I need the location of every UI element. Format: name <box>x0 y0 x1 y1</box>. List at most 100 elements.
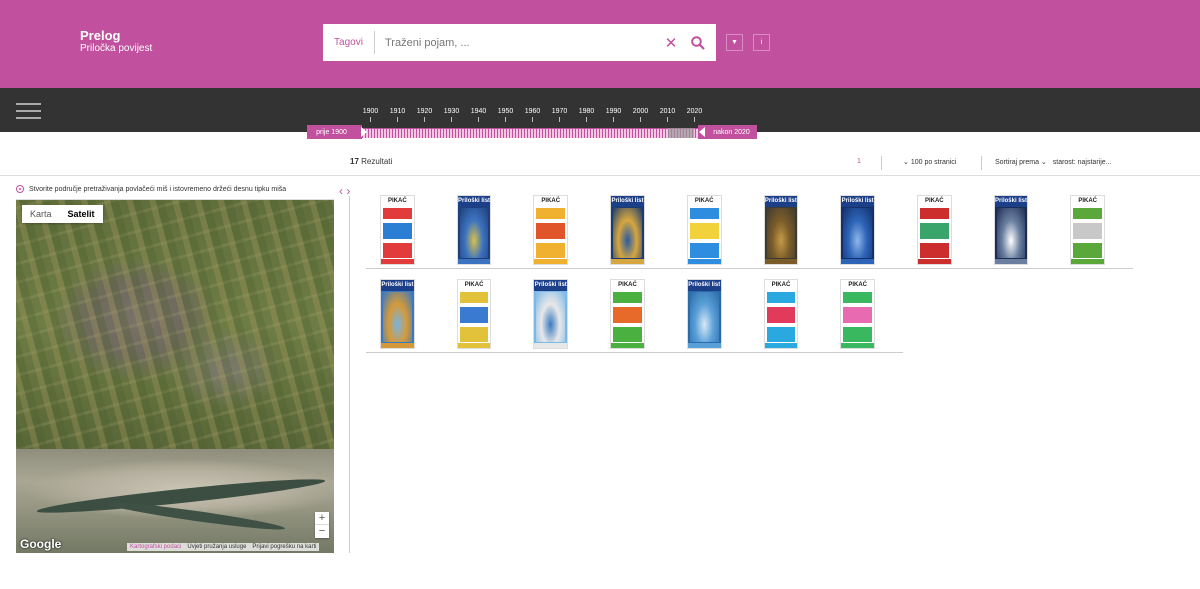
timeline-year[interactable]: 1960 <box>519 108 546 122</box>
tab-map[interactable]: Karta <box>22 205 60 223</box>
thumbnail-masthead: Priloški list <box>381 280 414 291</box>
search-icon <box>691 35 705 50</box>
thumbnail-masthead: Priloški list <box>841 196 874 207</box>
thumbnail-cover-image <box>536 208 566 258</box>
timeline-year[interactable]: 1940 <box>465 108 492 122</box>
thumbnail-masthead: Priloški list <box>457 196 491 207</box>
thumbnail-cover-image <box>383 208 412 258</box>
search-tags-toggle[interactable]: Tagovi <box>323 31 375 54</box>
timeline-year[interactable]: 1910 <box>384 108 411 122</box>
thumbnail-masthead: Priloški list <box>611 196 644 207</box>
thumbnail-footer <box>534 343 568 348</box>
thumbnail-cover-image <box>383 292 412 342</box>
timeline-year[interactable]: 1970 <box>546 108 573 122</box>
timeline-year[interactable]: 1990 <box>600 108 627 122</box>
thumbnail-footer <box>381 259 414 264</box>
thumbnail-masthead: PIKAĆ <box>611 280 644 291</box>
map-footer: Kartografski podaci Uvjeti pružanja uslu… <box>127 543 320 551</box>
filter-dropdown-button[interactable]: ▼ <box>726 34 743 51</box>
timeline-before-button[interactable]: prije 1900 <box>307 125 367 139</box>
thumbnail-cover-image <box>689 208 719 258</box>
search-button[interactable] <box>684 29 712 57</box>
thumbnail-masthead: Priloški list <box>534 280 568 291</box>
per-page-select[interactable]: ⌄ 100 po stranici <box>903 158 956 166</box>
thumbnail-footer <box>841 343 875 348</box>
result-thumbnail[interactable]: Priloški list <box>686 279 722 349</box>
site-title[interactable]: Prelog <box>80 29 152 43</box>
google-logo: Google <box>20 537 62 551</box>
thumbnail-masthead: PIKAĆ <box>764 280 798 291</box>
thumbnail-cover-image <box>843 292 873 342</box>
result-thumbnail[interactable]: PIKAĆ <box>610 279 645 349</box>
report-error-link[interactable]: Prijavi pogrešku na karti <box>249 543 319 551</box>
zoom-in-button[interactable]: + <box>315 512 329 525</box>
thumbnail-footer <box>994 259 1028 264</box>
timeline-year[interactable]: 1980 <box>573 108 600 122</box>
thumbnail-footer <box>1071 259 1105 264</box>
timeline-year[interactable]: 2000 <box>627 108 654 122</box>
zoom-out-button[interactable]: − <box>315 525 329 538</box>
thumbnail-footer <box>457 259 491 264</box>
thumbnail-cover-image <box>459 292 489 342</box>
thumbnail-masthead: PIKAĆ <box>1071 196 1105 207</box>
search-input[interactable] <box>375 27 658 58</box>
thumbnail-masthead: Priloški list <box>994 196 1028 207</box>
thumbnail-footer <box>611 259 644 264</box>
result-thumbnail[interactable]: PIKAĆ <box>840 279 876 349</box>
divider <box>881 156 882 170</box>
result-thumbnail[interactable]: Priloški list <box>840 195 875 265</box>
result-thumbnail[interactable]: PIKAĆ <box>916 195 952 265</box>
close-icon[interactable]: ✕ <box>658 34 684 52</box>
timeline-selection-handle[interactable] <box>668 128 694 138</box>
result-thumbnail[interactable]: PIKAĆ <box>533 195 569 265</box>
thumbnail-masthead: PIKAĆ <box>381 196 414 207</box>
timeline-year[interactable]: 2010 <box>654 108 681 122</box>
info-button[interactable]: i <box>753 34 770 51</box>
terms-link[interactable]: Uvjeti pružanja usluge <box>184 543 249 551</box>
page-number[interactable]: 1 <box>857 158 861 165</box>
result-thumbnail[interactable]: PIKAĆ <box>686 195 722 265</box>
chevron-down-icon: ⌄ <box>903 159 909 166</box>
thumbnail-masthead: Priloški list <box>687 280 721 291</box>
map-data-link[interactable]: Kartografski podaci <box>127 543 184 551</box>
timeline-year[interactable]: 1930 <box>438 108 465 122</box>
results-count-number: 17 <box>350 157 359 166</box>
thumbnail-footer <box>764 343 798 348</box>
thumbnail-cover-image <box>1073 208 1103 258</box>
sort-label: Sortiraj prema <box>995 159 1039 166</box>
result-thumbnail[interactable]: Priloški list <box>993 195 1029 265</box>
header: Prelog Priločka povijest Tagovi ✕ ▼ i <box>0 0 1200 88</box>
timeline-year[interactable]: 1950 <box>492 108 519 122</box>
thumbnail-masthead: PIKAĆ <box>917 196 951 207</box>
timeline-year[interactable]: 1900 <box>357 108 384 122</box>
results-count: 17 Rezultati <box>350 157 392 166</box>
target-icon <box>16 185 24 193</box>
brand[interactable]: Prelog Priločka povijest <box>80 29 152 55</box>
map-hint-text: Stvorite područje pretraživanja povlačeć… <box>29 185 287 193</box>
sort-select[interactable]: Sortiraj prema ⌄ starost: najstarije... <box>995 158 1112 166</box>
result-thumbnail[interactable]: Priloški list <box>763 195 799 265</box>
result-thumbnail[interactable]: PIKAĆ <box>380 195 415 265</box>
site-subtitle: Priločka povijest <box>80 43 153 54</box>
thumbnail-cover-image <box>766 292 796 342</box>
result-thumbnail[interactable]: PIKAĆ <box>1070 195 1106 265</box>
hamburger-menu-icon[interactable] <box>16 103 41 119</box>
results-row: Priloški list PIKAĆ Priloški list PIKAĆ Pril… <box>366 279 903 353</box>
result-thumbnail[interactable]: Priloški list <box>456 195 492 265</box>
search-box: Tagovi ✕ <box>323 24 716 61</box>
thumbnail-footer <box>917 259 951 264</box>
result-thumbnail[interactable]: Priloški list <box>380 279 415 349</box>
map[interactable]: Karta Satelit + − Google Kartografski po… <box>16 199 334 553</box>
tab-satellite[interactable]: Satelit <box>60 205 103 223</box>
result-thumbnail[interactable]: PIKAĆ <box>763 279 799 349</box>
thumbnail-footer <box>764 259 798 264</box>
timeline-year[interactable]: 2020 <box>681 108 708 122</box>
map-type-tabs: Karta Satelit <box>22 205 103 223</box>
timeline-year[interactable]: 1920 <box>411 108 438 122</box>
result-thumbnail[interactable]: Priloški list <box>533 279 569 349</box>
result-thumbnail[interactable]: Priloški list <box>610 195 645 265</box>
timeline-after-button[interactable]: nakon 2020 <box>698 125 757 139</box>
result-thumbnail[interactable]: PIKAĆ <box>456 279 492 349</box>
results-row: PIKAĆ Priloški list PIKAĆ Priloški list PIKA… <box>366 195 1133 269</box>
timeline-ruler[interactable] <box>362 128 698 138</box>
